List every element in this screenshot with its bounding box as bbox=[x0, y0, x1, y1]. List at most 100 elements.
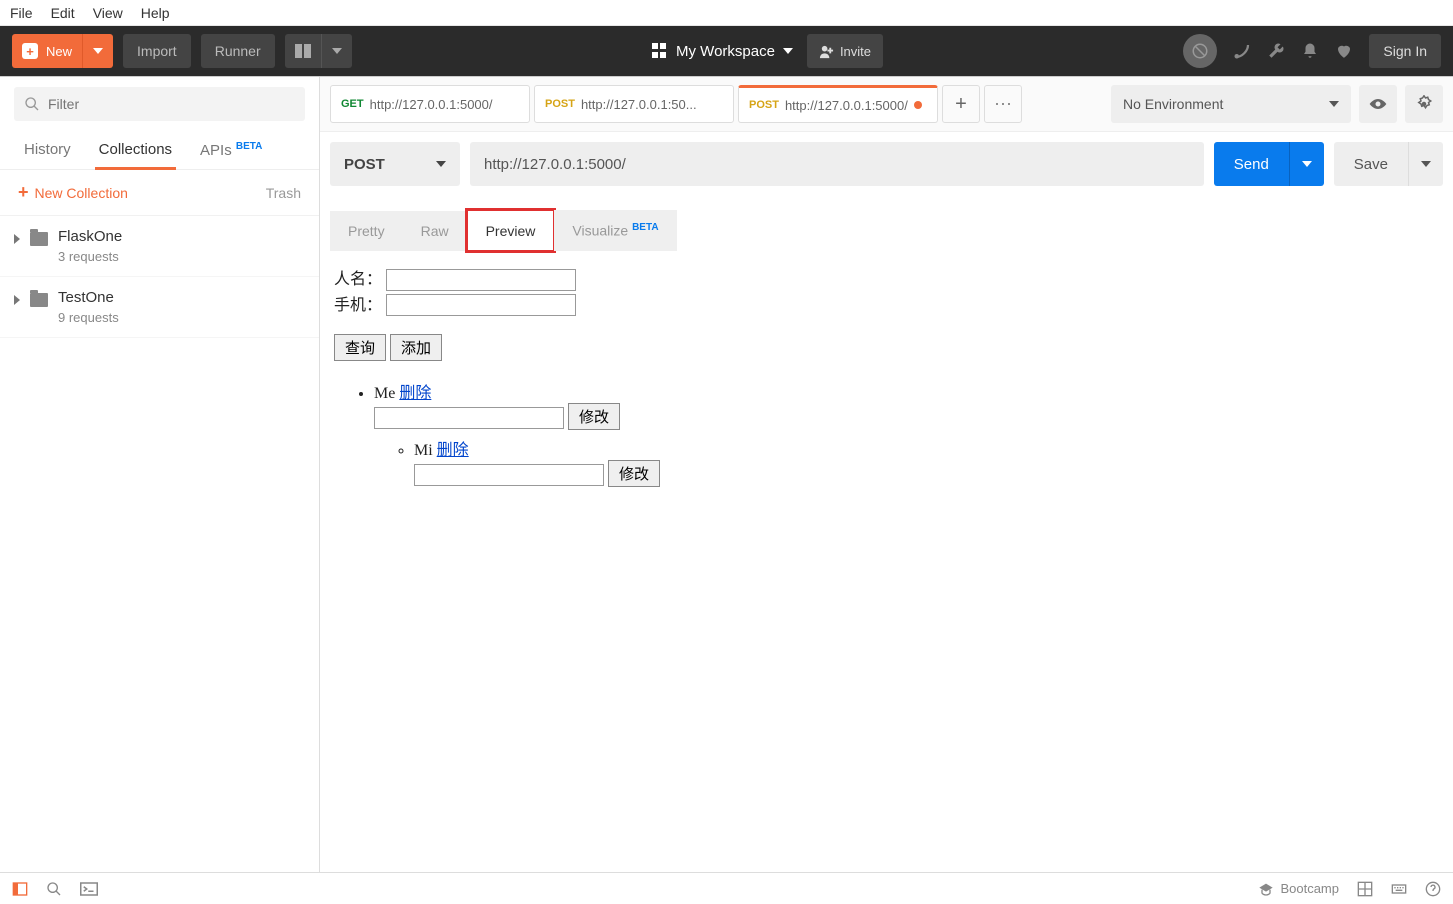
collection-sub: 9 requests bbox=[58, 310, 119, 325]
chevron-down-icon bbox=[93, 48, 103, 54]
chevron-down-icon bbox=[436, 161, 446, 167]
gear-icon bbox=[1415, 95, 1433, 113]
modify-button[interactable]: 修改 bbox=[568, 403, 620, 430]
request-tab[interactable]: GET http://127.0.0.1:5000/ bbox=[330, 85, 530, 123]
main-panel: GET http://127.0.0.1:5000/ POST http://1… bbox=[320, 77, 1453, 872]
item-name: Mi bbox=[414, 442, 433, 459]
workspace-label: My Workspace bbox=[676, 43, 775, 60]
save-dropdown[interactable] bbox=[1409, 142, 1443, 186]
collection-item[interactable]: FlaskOne 3 requests bbox=[0, 216, 319, 277]
env-preview-button[interactable] bbox=[1359, 85, 1397, 123]
help-icon[interactable] bbox=[1425, 881, 1441, 897]
find-icon[interactable] bbox=[46, 881, 62, 897]
window-layout-dropdown[interactable] bbox=[321, 34, 352, 68]
new-button[interactable]: + New bbox=[12, 34, 113, 68]
caret-right-icon bbox=[14, 234, 20, 244]
save-button[interactable]: Save bbox=[1334, 142, 1443, 186]
grid-icon bbox=[652, 43, 668, 59]
workspace-selector[interactable]: My Workspace bbox=[652, 43, 793, 60]
delete-link[interactable]: 删除 bbox=[399, 385, 431, 402]
menu-view[interactable]: View bbox=[93, 5, 123, 21]
filter-box[interactable] bbox=[14, 87, 305, 121]
menu-edit[interactable]: Edit bbox=[51, 5, 75, 21]
env-settings-button[interactable] bbox=[1405, 85, 1443, 123]
sidebar-tabs: History Collections APIs BETA bbox=[0, 131, 319, 170]
new-label: New bbox=[46, 44, 72, 59]
edit-input[interactable] bbox=[414, 464, 604, 486]
caret-right-icon bbox=[14, 295, 20, 305]
collection-name: FlaskOne bbox=[58, 228, 122, 245]
resp-tab-raw[interactable]: Raw bbox=[403, 211, 467, 251]
delete-link[interactable]: 删除 bbox=[437, 442, 469, 459]
method-selector[interactable]: POST bbox=[330, 142, 460, 186]
send-dropdown[interactable] bbox=[1290, 142, 1324, 186]
content: History Collections APIs BETA +New Colle… bbox=[0, 76, 1453, 872]
tabs-more-button[interactable]: ⋯ bbox=[984, 85, 1022, 123]
save-label: Save bbox=[1334, 142, 1409, 186]
window-layout-button[interactable] bbox=[285, 34, 352, 68]
folder-icon bbox=[30, 293, 48, 307]
send-button[interactable]: Send bbox=[1214, 142, 1324, 186]
runner-button[interactable]: Runner bbox=[201, 34, 275, 68]
input-name[interactable] bbox=[386, 269, 576, 291]
filter-input[interactable] bbox=[48, 96, 295, 112]
modify-button[interactable]: 修改 bbox=[608, 460, 660, 487]
label-name: 人名： bbox=[334, 271, 382, 288]
request-bar: POST Send Save bbox=[320, 132, 1453, 196]
tabs-env-bar: GET http://127.0.0.1:5000/ POST http://1… bbox=[320, 77, 1453, 132]
tab-apis[interactable]: APIs BETA bbox=[186, 131, 276, 169]
new-tab-button[interactable]: + bbox=[942, 85, 980, 123]
tab-collections[interactable]: Collections bbox=[85, 131, 186, 169]
bell-icon[interactable] bbox=[1301, 42, 1319, 60]
request-tab[interactable]: POST http://127.0.0.1:50... bbox=[534, 85, 734, 123]
collection-item[interactable]: TestOne 9 requests bbox=[0, 277, 319, 338]
add-button[interactable]: 添加 bbox=[390, 334, 442, 361]
resp-tab-preview[interactable]: Preview bbox=[467, 210, 555, 251]
plus-icon: + bbox=[18, 182, 29, 203]
url-input[interactable] bbox=[470, 142, 1204, 186]
environment-selector[interactable]: No Environment bbox=[1111, 85, 1351, 123]
invite-button[interactable]: Invite bbox=[807, 34, 883, 68]
environment-label: No Environment bbox=[1123, 96, 1223, 112]
new-dropdown[interactable] bbox=[83, 34, 113, 68]
menu-help[interactable]: Help bbox=[141, 5, 170, 21]
heart-icon[interactable] bbox=[1335, 42, 1353, 60]
menu-file[interactable]: File bbox=[10, 5, 33, 21]
bootcamp-label: Bootcamp bbox=[1280, 881, 1339, 896]
resp-tab-pretty[interactable]: Pretty bbox=[330, 211, 403, 251]
signin-button[interactable]: Sign In bbox=[1369, 34, 1441, 68]
trash-link[interactable]: Trash bbox=[266, 185, 301, 201]
request-tab-active[interactable]: POST http://127.0.0.1:5000/ bbox=[738, 85, 938, 123]
resp-tab-visualize[interactable]: Visualize BETA bbox=[554, 210, 676, 251]
tab-history[interactable]: History bbox=[10, 131, 85, 169]
collection-name: TestOne bbox=[58, 289, 119, 306]
invite-icon bbox=[819, 44, 834, 59]
method-badge: POST bbox=[749, 99, 779, 111]
visualize-label: Visualize bbox=[572, 223, 628, 239]
keyboard-icon[interactable] bbox=[1391, 881, 1407, 897]
invite-label: Invite bbox=[840, 44, 871, 59]
beta-badge: BETA bbox=[632, 222, 658, 233]
plus-icon: + bbox=[22, 43, 38, 59]
request-tabs: GET http://127.0.0.1:5000/ POST http://1… bbox=[330, 85, 1103, 123]
query-button[interactable]: 查询 bbox=[334, 334, 386, 361]
satellite-icon[interactable] bbox=[1233, 42, 1251, 60]
edit-input[interactable] bbox=[374, 407, 564, 429]
sidebar-toggle-icon[interactable] bbox=[12, 881, 28, 897]
tab-label: http://127.0.0.1:50... bbox=[581, 97, 697, 112]
toolbar: + New Import Runner My Workspace Invite S… bbox=[0, 26, 1453, 76]
console-icon[interactable] bbox=[80, 882, 98, 896]
wrench-icon[interactable] bbox=[1267, 42, 1285, 60]
bootcamp-link[interactable]: Bootcamp bbox=[1258, 881, 1339, 896]
send-label: Send bbox=[1214, 142, 1290, 186]
input-phone[interactable] bbox=[386, 294, 576, 316]
layout-icon[interactable] bbox=[1357, 881, 1373, 897]
sync-status-icon[interactable] bbox=[1183, 34, 1217, 68]
tab-label: http://127.0.0.1:5000/ bbox=[370, 97, 493, 112]
label-phone: 手机： bbox=[334, 297, 382, 314]
new-collection-button[interactable]: +New Collection bbox=[18, 182, 128, 203]
eye-icon bbox=[1368, 97, 1388, 111]
import-button[interactable]: Import bbox=[123, 34, 191, 68]
graduation-icon bbox=[1258, 882, 1274, 896]
collection-sub: 3 requests bbox=[58, 249, 122, 264]
